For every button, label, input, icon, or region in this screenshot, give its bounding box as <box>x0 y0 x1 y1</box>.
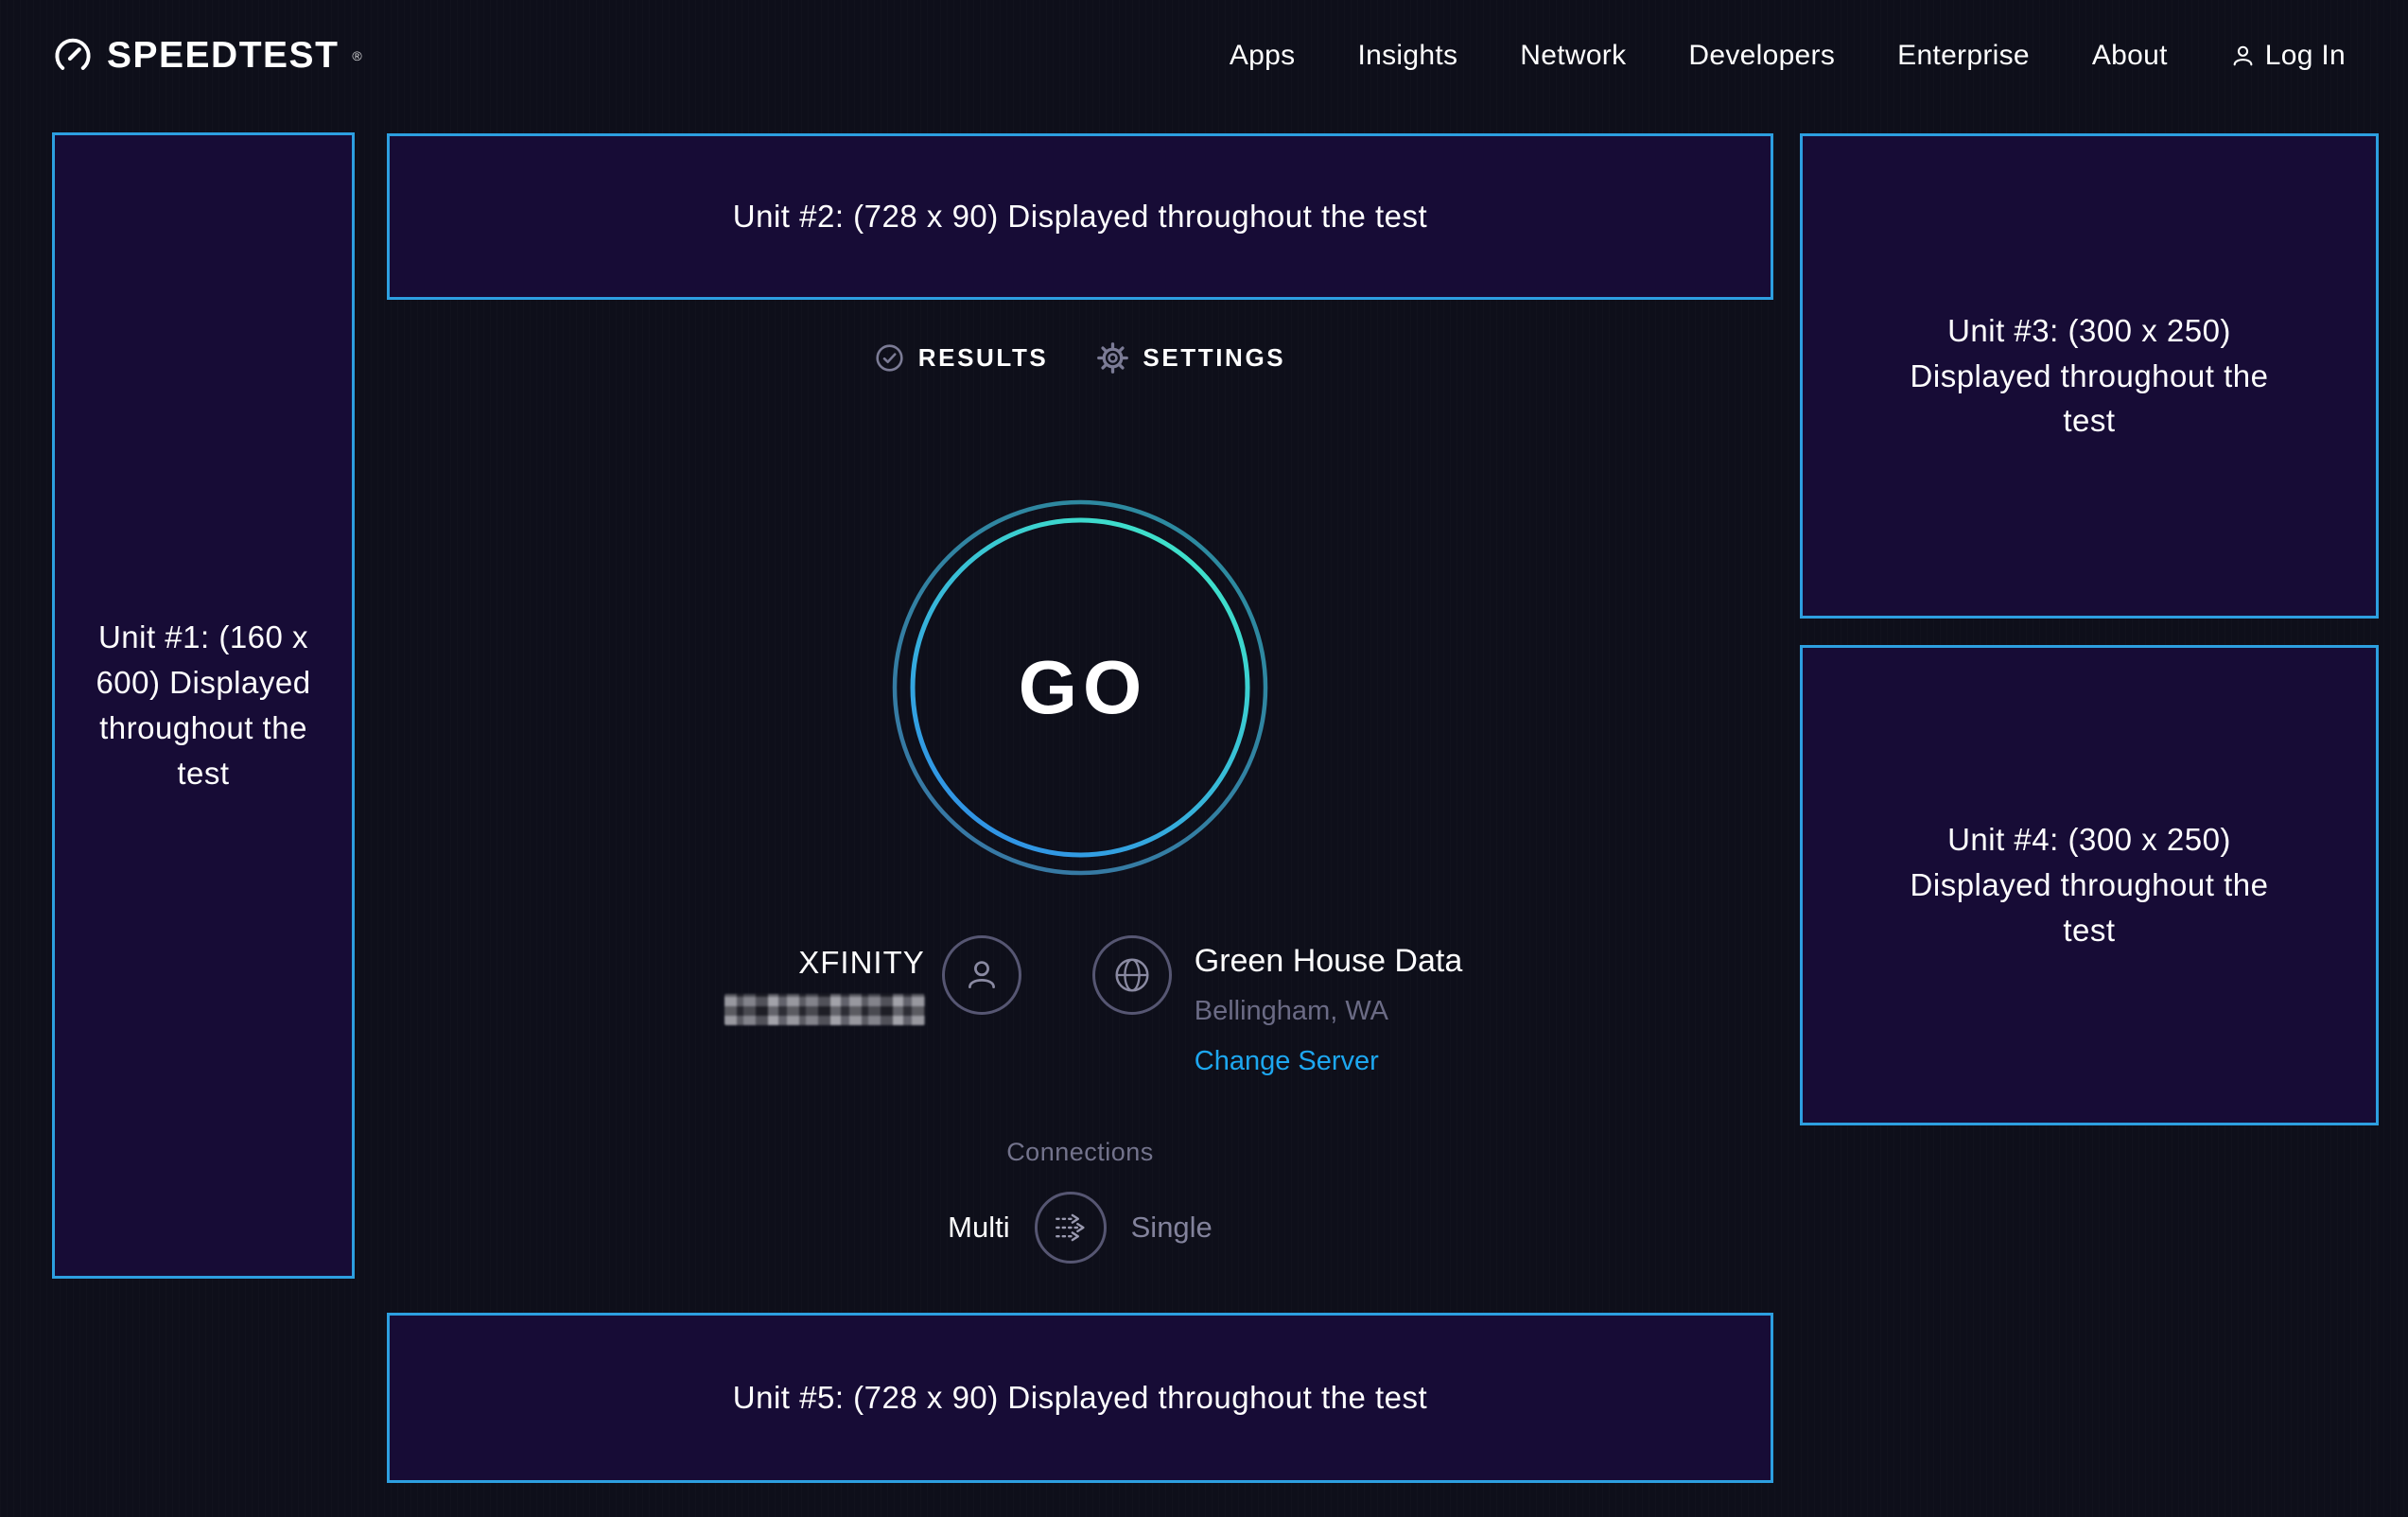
nav-item-login[interactable]: Log In <box>2230 40 2346 72</box>
provider-user-icon <box>942 935 1021 1015</box>
ad-unit-1-text: Unit #1: (160 x 600) Displayed throughou… <box>77 615 330 795</box>
change-server-link[interactable]: Change Server <box>1195 1046 1379 1077</box>
speedtest-logo[interactable]: SPEEDTEST ® <box>52 35 362 77</box>
login-label: Log In <box>2265 40 2346 72</box>
top-nav: SPEEDTEST ® Apps Insights Network Develo… <box>0 0 2408 112</box>
connections-single-label[interactable]: Single <box>1131 1211 1213 1245</box>
connections-multi-label[interactable]: Multi <box>948 1211 1009 1245</box>
tab-bar: RESULTS SETTINGS <box>387 342 1773 374</box>
tab-results-label: RESULTS <box>918 343 1049 373</box>
connections-toggle[interactable] <box>1035 1192 1107 1264</box>
server-globe-icon <box>1092 935 1172 1015</box>
tab-results[interactable]: RESULTS <box>875 342 1049 374</box>
nav-item-enterprise[interactable]: Enterprise <box>1897 40 2030 72</box>
provider-name: XFINITY <box>798 945 925 981</box>
speedometer-icon <box>52 35 94 77</box>
ad-unit-3[interactable]: Unit #3: (300 x 250) Displayed throughou… <box>1800 133 2379 619</box>
ad-unit-2-text: Unit #2: (728 x 90) Displayed throughout… <box>733 194 1427 239</box>
connections-label: Connections <box>1006 1138 1154 1167</box>
globe-icon <box>1112 955 1152 995</box>
gear-icon <box>1097 342 1128 374</box>
provider-ip-redacted <box>724 994 925 1025</box>
go-label: GO <box>891 498 1269 877</box>
user-icon <box>2230 44 2256 69</box>
server-name: Green House Data <box>1195 943 1463 980</box>
go-button[interactable]: GO <box>891 498 1269 877</box>
tab-settings-label: SETTINGS <box>1143 343 1285 373</box>
ad-unit-4[interactable]: Unit #4: (300 x 250) Displayed throughou… <box>1800 645 2379 1125</box>
check-circle-icon <box>875 343 904 373</box>
logo-text: SPEEDTEST <box>107 35 339 77</box>
connections-section: Connections Multi Single <box>387 1138 1773 1264</box>
nav-item-network[interactable]: Network <box>1520 40 1626 72</box>
provider-block: XFINITY <box>698 932 925 1025</box>
nav-item-apps[interactable]: Apps <box>1230 40 1296 72</box>
ad-unit-5[interactable]: Unit #5: (728 x 90) Displayed throughout… <box>387 1313 1773 1483</box>
nav-item-insights[interactable]: Insights <box>1357 40 1457 72</box>
connections-toggle-row: Multi Single <box>948 1192 1213 1264</box>
host-row: XFINITY Green House Data Bellingham, WA … <box>387 932 1773 1077</box>
ad-unit-2[interactable]: Unit #2: (728 x 90) Displayed throughout… <box>387 133 1773 300</box>
ad-unit-3-text: Unit #3: (300 x 250) Displayed throughou… <box>1881 308 2297 445</box>
multi-connections-icon <box>1038 1192 1104 1264</box>
ad-unit-1[interactable]: Unit #1: (160 x 600) Displayed throughou… <box>52 132 355 1279</box>
nav-item-about[interactable]: About <box>2092 40 2168 72</box>
nav-menu: Apps Insights Network Developers Enterpr… <box>1230 40 2346 72</box>
ad-unit-5-text: Unit #5: (728 x 90) Displayed throughout… <box>733 1375 1427 1421</box>
tab-settings[interactable]: SETTINGS <box>1097 342 1285 374</box>
ad-unit-4-text: Unit #4: (300 x 250) Displayed throughou… <box>1881 817 2297 953</box>
logo-trademark: ® <box>352 48 361 63</box>
server-block: Green House Data Bellingham, WA Change S… <box>1195 932 1463 1077</box>
server-location: Bellingham, WA <box>1195 996 1388 1027</box>
user-icon <box>962 955 1002 995</box>
nav-item-developers[interactable]: Developers <box>1688 40 1835 72</box>
